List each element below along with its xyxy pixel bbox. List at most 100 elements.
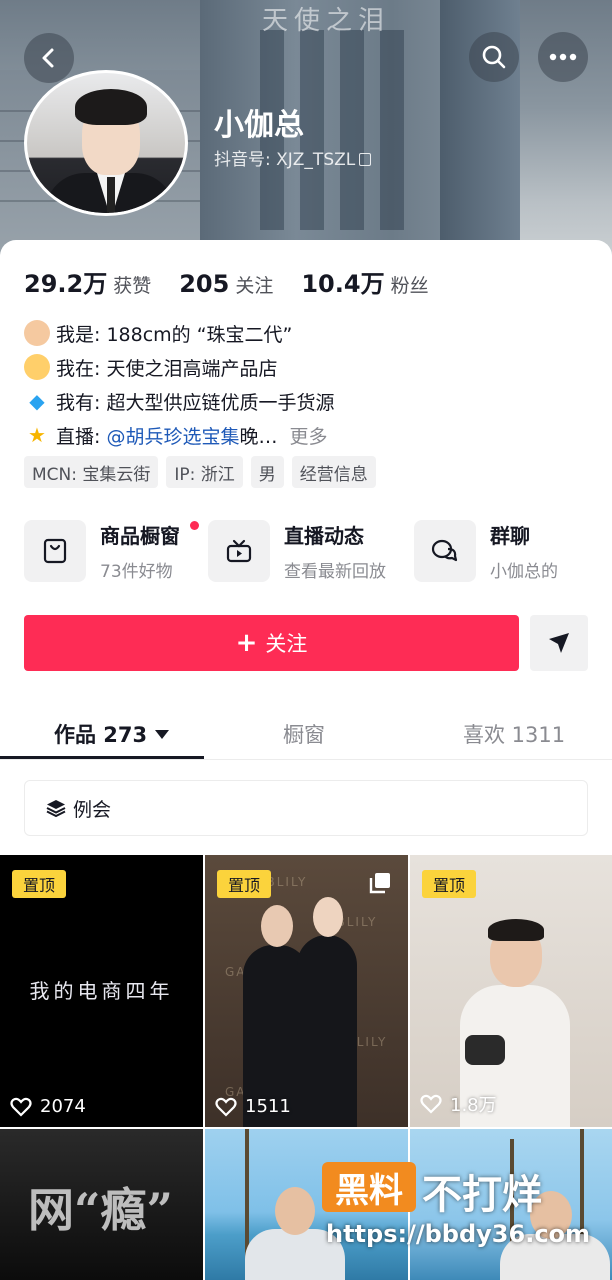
tag-business-info[interactable]: 经营信息 [291,456,376,488]
back-button[interactable] [24,33,74,83]
plus-icon: + [235,628,258,658]
share-button[interactable] [530,615,588,671]
star-emoji-icon: ★ [28,423,46,447]
shortcut-live-title: 直播动态 [284,524,364,548]
profile-header: 天使之泪 小伽总 抖音号: XJZ_TSZL [0,0,612,270]
video-overlay-text: 我的电商四年 [29,979,174,1003]
stat-followers-count: 10.4万 [301,270,385,298]
video-likes: 1.8万 [420,1091,497,1117]
bio: 我是: 188cm的 “珠宝二代” 我在: 天使之泪高端产品店 ◆ 我有: 超大… [24,316,334,452]
more-dots-icon [549,53,577,61]
bio-line-3: ◆ 我有: 超大型供应链优质一手货源 [24,384,334,418]
bio-line-4-label: 直播: [56,425,101,448]
shortcut-shop-title: 商品橱窗 [100,524,180,548]
username: 小伽总 [214,108,304,143]
multi-image-icon [369,873,390,894]
active-tab-indicator [0,756,204,759]
tab-likes-label: 喜欢 1311 [463,723,566,747]
video-thumbnail[interactable]: 我的电商四年 置顶 2074 [0,855,203,1127]
shortcut-group-title: 群聊 [490,524,530,548]
layers-icon [46,800,66,818]
caret-down-icon [155,729,170,739]
bio-line-4-text: 晚… [239,425,278,448]
video-overlay-text: 网“瘾” [28,1183,173,1237]
gem-emoji-icon: ◆ [29,389,45,413]
tab-likes[interactable]: 喜欢 1311 [463,708,565,760]
watermark-logo: 黑料 [322,1162,416,1212]
video-thumbnail[interactable]: 置顶 1.8万 [410,855,612,1127]
tab-works[interactable]: 作品 273 [54,708,170,760]
shortcut-live[interactable]: 直播动态 查看最新回放 [208,518,386,584]
mention-link[interactable]: @胡兵珍选宝集 [106,422,239,449]
bio-line-1-label: 我是: [56,323,101,346]
video-likes-count: 2074 [40,1096,86,1117]
douyin-id-text: 抖音号: XJZ_TSZL [214,150,356,170]
bio-line-3-label: 我有: [56,391,101,414]
avatar[interactable] [24,70,188,216]
douyin-id[interactable]: 抖音号: XJZ_TSZL [214,145,372,170]
tag-gender: 男 [250,456,284,488]
bio-line-1-text: 188cm的 “珠宝二代” [106,323,293,346]
follow-button[interactable]: + 关注 [24,615,519,671]
bio-more-link[interactable]: 更多 [289,422,327,449]
tab-shop-window-label: 橱窗 [283,723,325,747]
search-icon [482,45,506,69]
shopping-bag-icon [24,520,86,582]
bio-line-4: ★ 直播: @胡兵珍选宝集 晚… 更多 [24,418,334,452]
stat-likes-label: 获赞 [113,275,152,297]
video-likes-count: 1511 [245,1096,291,1117]
watermark-title: 不打烊 [422,1172,542,1218]
content-tabs: 作品 273 橱窗 喜欢 1311 [0,708,612,760]
stat-likes[interactable]: 29.2万 获赞 [24,264,151,299]
tab-works-label: 作品 273 [54,723,148,747]
watermark-url: https://bbdy36.com [326,1220,591,1248]
profile-stats: 29.2万 获赞 205 关注 10.4万 粉丝 [24,264,457,299]
bio-line-2-text: 天使之泪高端产品店 [106,357,278,380]
notification-dot [190,521,199,530]
stat-likes-count: 29.2万 [24,270,108,298]
tag-mcn[interactable]: MCN: 宝集云街 [24,456,159,488]
stat-followers-label: 粉丝 [390,275,429,297]
tab-shop-window[interactable]: 橱窗 [283,708,325,760]
shortcut-group-chat[interactable]: 群聊 小伽总的 [414,518,558,584]
chat-bubble-icon [414,520,476,582]
chevron-left-icon [42,48,54,68]
search-button[interactable] [469,32,519,82]
video-likes: 2074 [10,1096,86,1117]
stat-following[interactable]: 205 关注 [179,270,273,298]
person-emoji-icon [24,320,50,346]
more-options-button[interactable] [538,32,588,82]
profile-tags: MCN: 宝集云街 IP: 浙江 男 经营信息 [24,456,384,488]
tv-icon [208,520,270,582]
bio-line-2-label: 我在: [56,357,101,380]
bio-line-2: 我在: 天使之泪高端产品店 [24,350,334,384]
collection-label: 例会 [73,798,112,821]
pinned-badge: 置顶 [12,870,66,898]
heart-icon [420,1094,442,1114]
pinned-badge: 置顶 [217,870,271,898]
baby-emoji-icon [24,354,50,380]
stat-following-label: 关注 [235,275,274,297]
tag-ip: IP: 浙江 [166,456,243,488]
send-arrow-icon [549,633,569,653]
video-thumbnail[interactable]: GABLILY GABLILY GABLILY GABLILY GABLILY … [205,855,408,1127]
shortcut-row: 商品橱窗 73件好物 直播动态 查看最新回放 群聊 小伽总的 [24,518,612,584]
stat-followers[interactable]: 10.4万 粉丝 [301,264,428,299]
heart-icon [215,1097,237,1117]
collection-chip[interactable]: 例会 [24,780,588,836]
heart-icon [10,1097,32,1117]
video-thumbnail[interactable]: 网“瘾” [0,1129,203,1280]
shortcut-shop-window[interactable]: 商品橱窗 73件好物 [24,518,199,584]
building-sign: 天使之泪 [262,6,391,36]
video-likes-count: 1.8万 [450,1095,497,1116]
site-watermark: 黑料 不打烊 https://bbdy36.com [322,1162,612,1280]
stat-following-count: 205 [179,270,230,298]
shortcut-group-sub: 小伽总的 [490,562,558,582]
profile-card: 29.2万 获赞 205 关注 10.4万 粉丝 我是: 188cm的 “珠宝二… [0,240,612,1280]
bio-line-1: 我是: 188cm的 “珠宝二代” [24,316,334,350]
shortcut-shop-sub: 73件好物 [100,562,173,582]
follow-button-label: 关注 [265,632,308,656]
pinned-badge: 置顶 [422,870,476,898]
video-likes: 1511 [215,1096,291,1117]
copy-icon[interactable] [359,153,372,166]
